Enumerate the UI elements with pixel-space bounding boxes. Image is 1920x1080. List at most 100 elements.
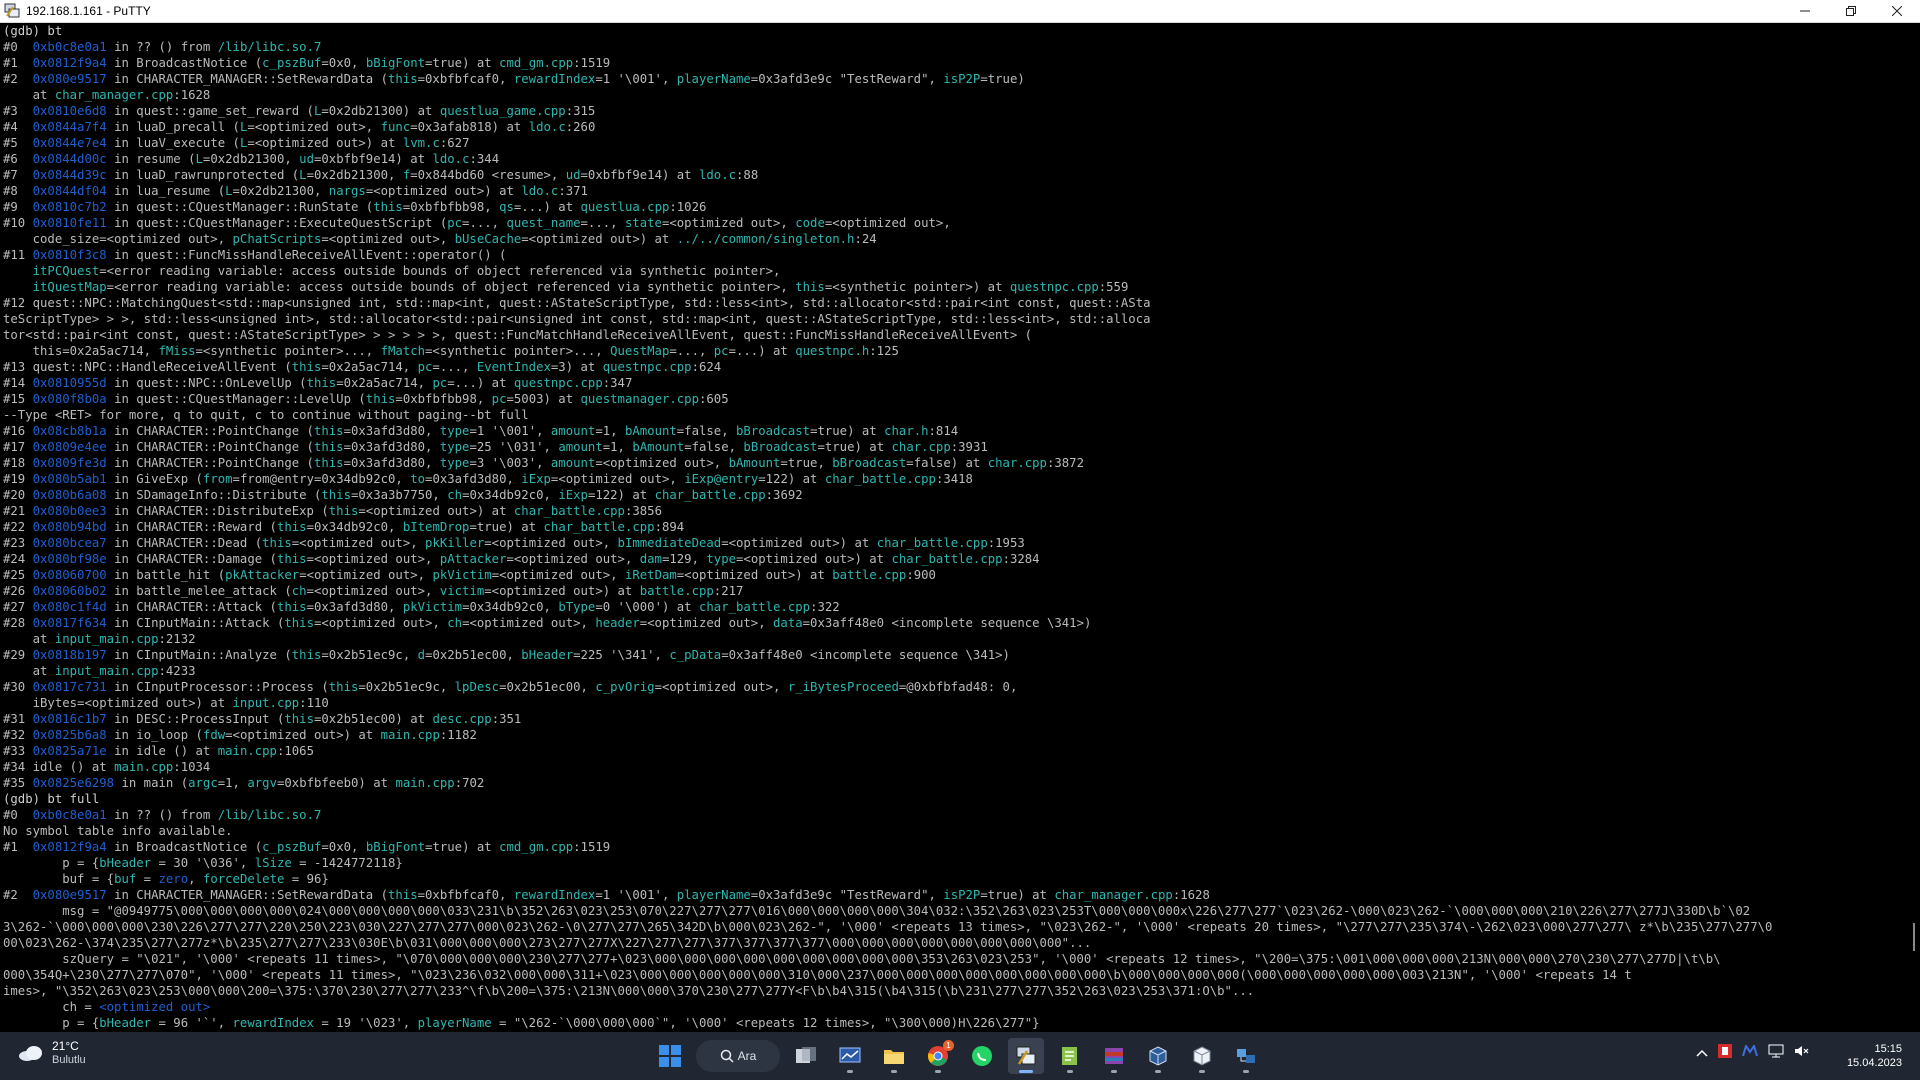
terminal-text: in CInputMain::Analyze ( bbox=[106, 648, 292, 662]
terminal-text: =122) at bbox=[587, 488, 655, 502]
terminal-line: #34 idle () at main.cpp:1034 bbox=[3, 759, 1904, 775]
whatsapp-icon bbox=[972, 1046, 992, 1066]
notepadpp-button[interactable] bbox=[1052, 1038, 1088, 1074]
chrome-button[interactable]: 1 bbox=[920, 1038, 956, 1074]
whatsapp-button[interactable] bbox=[964, 1038, 1000, 1074]
start-button[interactable] bbox=[652, 1038, 688, 1074]
terminal-text: 3\262-`\000\000\000\230\226\277\277\220\… bbox=[3, 920, 1773, 934]
close-button[interactable] bbox=[1874, 0, 1920, 22]
terminal-text: 0x0844d39c bbox=[32, 168, 107, 182]
terminal-text: bAmount bbox=[624, 424, 677, 438]
putty-button[interactable] bbox=[1008, 1038, 1044, 1074]
minimize-button[interactable] bbox=[1782, 0, 1828, 22]
terminal-text: battle.cpp bbox=[832, 568, 907, 582]
terminal-text: this bbox=[276, 520, 307, 534]
terminal-text: 0xb0c8e0a1 bbox=[32, 808, 107, 822]
terminal-text: :351 bbox=[491, 712, 522, 726]
vmware-button[interactable] bbox=[1184, 1038, 1220, 1074]
app-button[interactable] bbox=[1228, 1038, 1264, 1074]
terminal-text: lvm.c bbox=[402, 136, 440, 150]
speaker-muted-icon[interactable] bbox=[1794, 1044, 1810, 1061]
terminal-text: rewardIndex bbox=[513, 72, 596, 86]
taskview-button[interactable] bbox=[788, 1038, 824, 1074]
terminal-text: =<optimized out>, bbox=[595, 456, 729, 470]
terminal-text: char_manager.cpp bbox=[1054, 888, 1173, 902]
terminal-text: in ?? () from bbox=[106, 40, 218, 54]
terminal-text: this bbox=[276, 600, 307, 614]
terminal-text: in CHARACTER_MANAGER::SetRewardData ( bbox=[106, 72, 388, 86]
weather-widget[interactable]: 21°C Bulutlu bbox=[18, 1039, 86, 1067]
terminal-text: tor<std::pair<int const, quest::AStateSc… bbox=[3, 328, 1033, 342]
terminal-text: = "\262-`\000\000\000`", '\000' <repeats… bbox=[491, 1016, 1040, 1030]
terminal-line: buf = {buf = zero, forceDelete = 96} bbox=[3, 871, 1904, 887]
terminal-line: #17 0x0809e4ee in CHARACTER::PointChange… bbox=[3, 439, 1904, 455]
terminal-text: in CHARACTER::Reward ( bbox=[106, 520, 277, 534]
terminal-text: #25 bbox=[3, 568, 33, 582]
terminal-text: 0x0809e4ee bbox=[32, 440, 107, 454]
terminal-text: 0x0818b197 bbox=[32, 648, 107, 662]
terminal-text: battle.cpp bbox=[639, 584, 714, 598]
terminal-text: in luaD_precall ( bbox=[106, 120, 240, 134]
widgets-button[interactable] bbox=[832, 1038, 868, 1074]
terminal-text: = 96} bbox=[284, 872, 329, 886]
scrollbar-thumb[interactable] bbox=[1913, 923, 1915, 951]
terminal-text: =..., bbox=[580, 216, 625, 230]
terminal-output[interactable]: (gdb) bt #0 0xb0c8e0a1 in ?? () from /lib… bbox=[0, 23, 1904, 1032]
security-app-icon[interactable] bbox=[1718, 1044, 1732, 1061]
terminal-line: tor<std::pair<int const, quest::AStateSc… bbox=[3, 327, 1904, 343]
windows-icon bbox=[659, 1045, 681, 1067]
terminal-text: 0x080c1f4d bbox=[32, 600, 107, 614]
terminal-text: in idle () at bbox=[106, 744, 218, 758]
terminal-line: #12 quest::NPC::MatchingQuest<std::map<u… bbox=[3, 295, 1904, 311]
winrar-button[interactable] bbox=[1096, 1038, 1132, 1074]
chevron-up-icon[interactable] bbox=[1696, 1045, 1708, 1060]
terminal-text: 000\354Q+\230\277\277\070", '\000' <repe… bbox=[3, 968, 1632, 982]
terminal-text: #34 idle () at bbox=[3, 760, 115, 774]
terminal-text: L bbox=[225, 184, 233, 198]
terminal-text: =0x0, bbox=[321, 840, 366, 854]
terminal-text: =<optimized out>) at bbox=[365, 184, 522, 198]
network-icon[interactable] bbox=[1768, 1044, 1784, 1061]
terminal-text: #23 bbox=[3, 536, 33, 550]
terminal-text: from bbox=[202, 472, 233, 486]
terminal-text: #11 bbox=[3, 248, 33, 262]
terminal-text: #21 bbox=[3, 504, 33, 518]
terminal-text: this bbox=[388, 888, 418, 902]
file-explorer-button[interactable] bbox=[876, 1038, 912, 1074]
terminal-line: #5 0x0844e7e4 in luaV_execute (L=<optimi… bbox=[3, 135, 1904, 151]
window-titlebar[interactable]: 192.168.1.161 - PuTTY bbox=[0, 0, 1920, 23]
terminal-text: lSize bbox=[254, 856, 292, 870]
terminal-line: #28 0x0817f634 in CInputMain::Attack (th… bbox=[3, 615, 1904, 631]
terminal-line: msg = "@0949775\000\000\000\000\024\000\… bbox=[3, 903, 1904, 919]
terminal-text: ldo.c bbox=[432, 152, 470, 166]
terminal-text: input_main.cpp bbox=[54, 632, 159, 646]
terminal-text: itPCQuest bbox=[32, 264, 100, 278]
search-button[interactable]: Ara bbox=[696, 1040, 780, 1072]
terminal-text: =1 '\001', bbox=[595, 72, 677, 86]
virtualbox-button[interactable] bbox=[1140, 1038, 1176, 1074]
terminal-line: #24 0x080bf98e in CHARACTER::Damage (thi… bbox=[3, 551, 1904, 567]
terminal-scrollbar[interactable] bbox=[1904, 23, 1920, 1032]
terminal-text: char_battle.cpp bbox=[513, 504, 625, 518]
terminal-text: :125 bbox=[869, 344, 899, 358]
clock[interactable]: 15:15 15.04.2023 bbox=[1847, 1042, 1902, 1070]
terminal-text: #10 bbox=[3, 216, 33, 230]
restore-button[interactable] bbox=[1828, 0, 1874, 22]
terminal-text: =0x2db21300, bbox=[306, 168, 403, 182]
close-icon bbox=[1892, 6, 1902, 16]
terminal-text: bBigFont bbox=[365, 840, 426, 854]
terminal-text: in resume ( bbox=[106, 152, 196, 166]
terminal-text: ud bbox=[565, 168, 581, 182]
mail-app-icon[interactable] bbox=[1742, 1043, 1758, 1060]
terminal-text: :88 bbox=[736, 168, 759, 182]
terminal-text: ch bbox=[447, 488, 463, 502]
terminal-line: (gdb) bt bbox=[3, 23, 1904, 39]
terminal-text: =0x844bd60 <resume>, bbox=[410, 168, 566, 182]
terminal-text: in lua_resume ( bbox=[106, 184, 226, 198]
terminal-line: imes>, "\352\263\023\253\000\000\200=\37… bbox=[3, 983, 1904, 999]
terminal-text: =<optimized out>, bbox=[321, 232, 455, 246]
terminal-line: #6 0x0844d00c in resume (L=0x2db21300, u… bbox=[3, 151, 1904, 167]
terminal-text: type bbox=[439, 440, 470, 454]
terminal-text: =1, bbox=[602, 440, 633, 454]
terminal-text: :344 bbox=[469, 152, 500, 166]
